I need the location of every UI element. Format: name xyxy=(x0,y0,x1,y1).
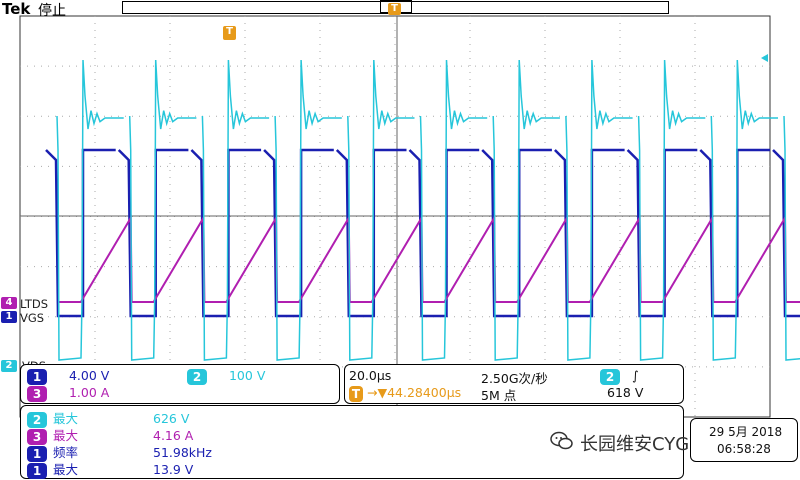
datetime-display: 29 5月 2018 06:58:28 xyxy=(690,418,798,462)
measurement-value: 13.9 V xyxy=(153,462,194,477)
record-length: 5M 点 xyxy=(481,388,517,403)
timebase: 20.0µs xyxy=(349,368,392,383)
measurement-name: 最大 xyxy=(53,462,79,477)
ch3-chip: 3 xyxy=(27,385,47,402)
ch2-chip: 2 xyxy=(187,368,207,385)
measurement-channel-chip: 1 xyxy=(27,462,47,479)
ch1-ground-marker[interactable]: 1 xyxy=(1,311,17,323)
trigger-level: 618 V xyxy=(607,385,644,400)
measurement-value: 626 V xyxy=(153,411,190,426)
trigger-position: →▼44.28400µs xyxy=(366,385,462,400)
ch4-ground-marker[interactable]: 4 xyxy=(1,297,17,309)
measurement-value: 51.98kHz xyxy=(153,445,212,460)
ch2-scale: 100 V xyxy=(228,368,266,383)
trigger-slope-icon: ∫ xyxy=(631,368,639,383)
trigger-t-chip: T xyxy=(349,385,363,402)
record-trigger-marker: T xyxy=(388,3,401,15)
ch4-label: LTDS xyxy=(20,297,49,311)
brand-logo: Tek xyxy=(2,0,31,18)
ch1-label: VGS xyxy=(20,311,45,325)
wechat-icon xyxy=(550,431,573,450)
time: 06:58:28 xyxy=(717,442,771,456)
trigger-source-chip: 2 xyxy=(600,368,620,385)
measurement-value: 4.16 A xyxy=(153,428,194,443)
ch2-ground-marker[interactable]: 2 xyxy=(1,360,17,372)
ch1-chip: 1 xyxy=(27,368,47,385)
date: 29 5月 2018 xyxy=(709,425,783,439)
ch1-scale: 4.00 V xyxy=(68,368,110,383)
acquisition-state: 停止 xyxy=(38,3,66,19)
ch3-scale: 1.00 A xyxy=(68,385,110,400)
vertical-settings-panel[interactable]: 1 4.00 V 2 100 V 3 1.00 A xyxy=(20,364,340,404)
measurement-row[interactable]: 1 最大 13.9 V xyxy=(27,459,193,479)
trigger-position-marker[interactable]: T xyxy=(223,26,236,40)
horizontal-trigger-panel[interactable]: 20.0µs 2.50G次/秒 2 ∫ T →▼44.28400µs 5M 点 … xyxy=(344,364,684,404)
